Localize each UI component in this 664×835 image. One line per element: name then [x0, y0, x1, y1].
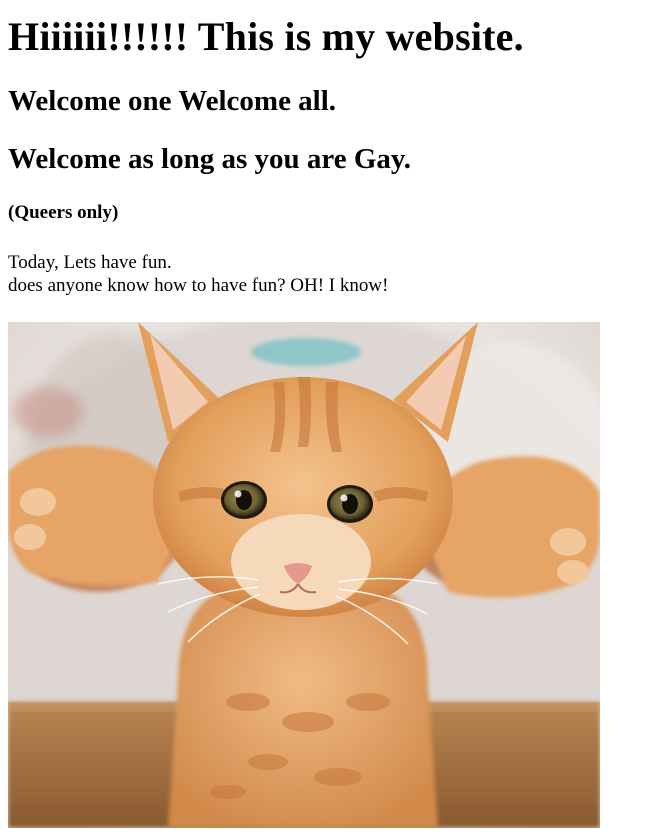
welcome-heading-2: Welcome as long as you are Gay.: [8, 143, 412, 175]
intro-line-1: Today, Lets have fun.: [8, 252, 172, 273]
intro-line-2: does anyone know how to have fun? OH! I …: [8, 275, 389, 296]
page-title: Hiiiiii!!!!!! This is my website.: [8, 14, 524, 59]
kitten-image: [8, 322, 600, 828]
page-content: Hiiiiii!!!!!! This is my website. Welcom…: [8, 0, 658, 297]
welcome-heading-1: Welcome one Welcome all.: [8, 85, 337, 117]
intro-paragraph: Today, Lets have fun. does anyone know h…: [8, 251, 658, 297]
subheading-note: (Queers only): [8, 202, 119, 223]
